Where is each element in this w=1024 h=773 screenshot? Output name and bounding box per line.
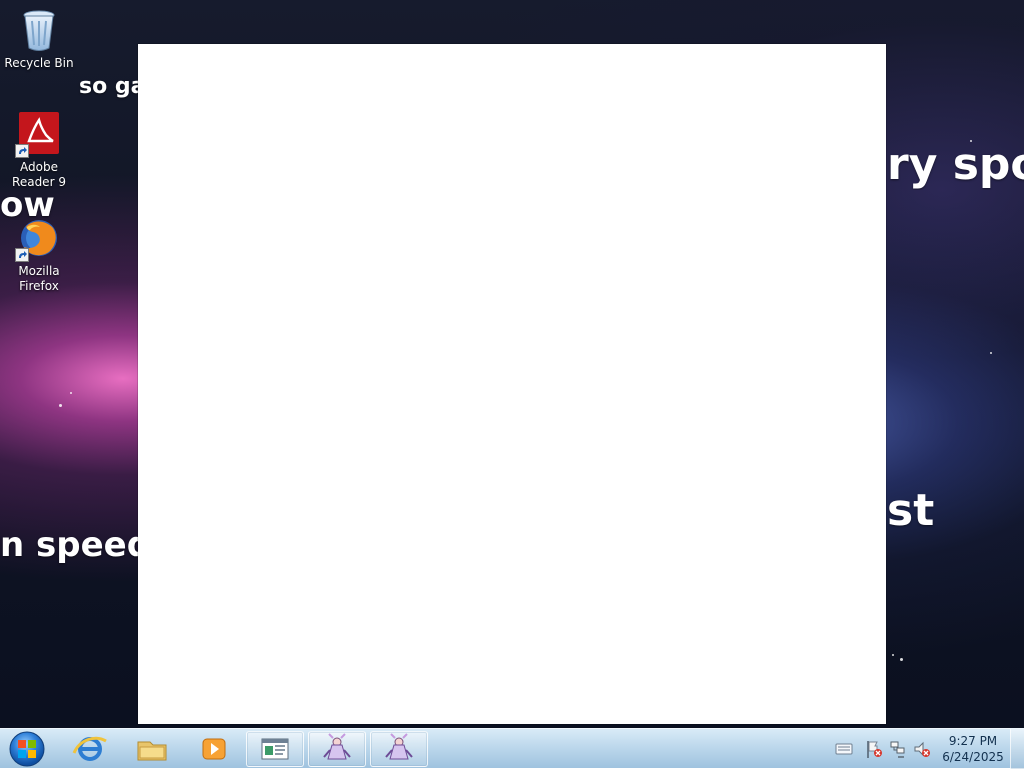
- desktop-icon-label: Recycle Bin: [4, 56, 74, 70]
- tray-network[interactable]: [888, 729, 908, 769]
- taskbar-pinned-media-player[interactable]: [186, 729, 242, 769]
- internet-explorer-icon: [72, 736, 107, 761]
- wallpaper-star: [990, 352, 992, 354]
- taskbar-pinned-file-explorer[interactable]: [124, 729, 180, 769]
- document-window-icon: [261, 738, 289, 760]
- volume-muted-icon: [914, 741, 930, 757]
- wallpaper-star: [892, 654, 894, 656]
- start-button[interactable]: [4, 729, 50, 769]
- desktop-icon-firefox[interactable]: Mozilla Firefox: [1, 214, 77, 294]
- shortcut-arrow-icon: [15, 144, 29, 158]
- character-app-icon: [385, 733, 413, 760]
- blank-application-window[interactable]: [138, 44, 886, 724]
- character-app-icon: [323, 733, 351, 760]
- tray-volume[interactable]: [912, 729, 932, 769]
- wallpaper-text: ry spo: [887, 139, 1024, 190]
- clock-date: 6/24/2025: [942, 750, 1004, 764]
- wallpaper-text: st: [887, 485, 935, 536]
- tray-action-center[interactable]: [864, 729, 884, 769]
- taskbar: 9:27 PM 6/24/2025: [0, 728, 1024, 769]
- taskbar-pinned-internet-explorer[interactable]: [62, 729, 118, 769]
- show-desktop-button[interactable]: [1010, 729, 1024, 769]
- keyboard-icon: [835, 743, 853, 755]
- wallpaper-star: [59, 404, 62, 407]
- tray-clock[interactable]: 9:27 PM 6/24/2025: [938, 729, 1008, 769]
- desktop-icon-recycle-bin[interactable]: Recycle Bin: [1, 6, 77, 71]
- adobe-reader-icon: [15, 110, 63, 158]
- wallpaper-text: n speed: [0, 525, 152, 565]
- action-center-flag-icon: [867, 741, 882, 758]
- windows-start-icon: [9, 731, 45, 767]
- wallpaper-star: [70, 392, 72, 394]
- desktop-icon-label: Adobe Reader 9: [12, 160, 66, 189]
- desktop-icon-adobe-reader[interactable]: Adobe Reader 9: [1, 110, 77, 190]
- firefox-icon: [15, 214, 63, 262]
- network-icon: [890, 741, 905, 758]
- file-explorer-icon: [137, 741, 167, 761]
- clock-time: 9:27 PM: [948, 734, 998, 748]
- taskbar-open-window-document[interactable]: [246, 731, 304, 767]
- desktop-icon-label: Mozilla Firefox: [18, 264, 60, 293]
- taskbar-open-window-character-app[interactable]: [308, 731, 366, 767]
- taskbar-open-window-character-app[interactable]: [370, 731, 428, 767]
- recycle-bin-icon: [15, 6, 63, 54]
- media-player-icon: [202, 738, 226, 760]
- shortcut-arrow-icon: [15, 248, 29, 262]
- wallpaper-star: [900, 658, 903, 661]
- tray-keyboard[interactable]: [834, 729, 854, 769]
